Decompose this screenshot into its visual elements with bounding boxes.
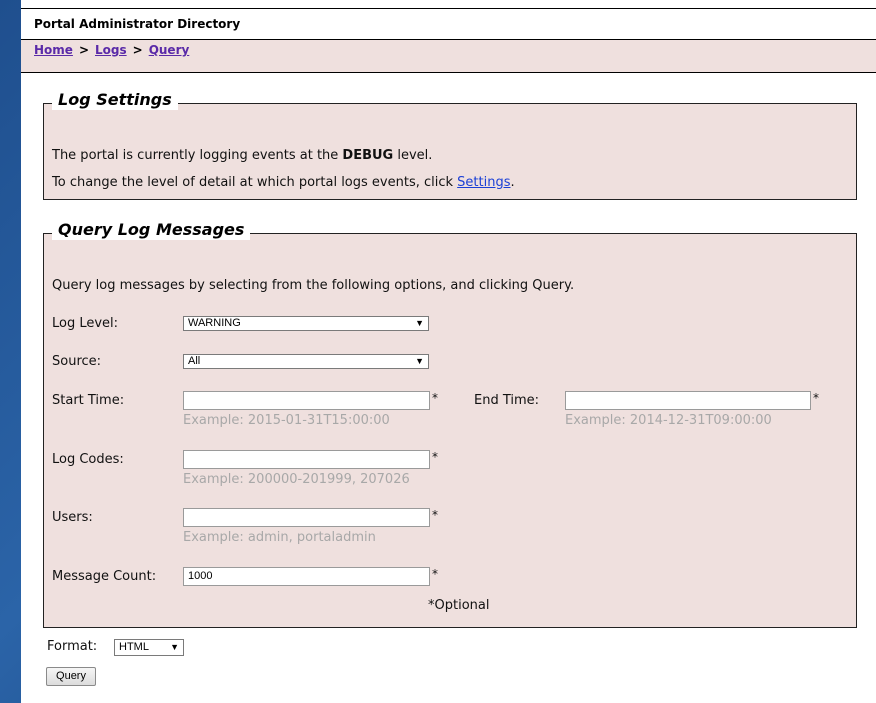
change-level-text: To change the level of detail at which p… [52,175,515,190]
breadcrumb-separator: > [78,43,89,57]
log-settings-section: Log Settings The portal is currently log… [43,90,857,200]
query-button[interactable]: Query [46,667,96,686]
optional-note: *Optional [428,598,490,613]
current-log-level: DEBUG [342,148,394,163]
log-codes-input[interactable] [183,450,430,469]
end-time-input[interactable] [565,391,811,410]
start-time-label: Start Time: [52,393,125,408]
breadcrumb-separator: > [132,43,143,57]
required-asterisk: * [432,508,438,522]
top-strip [21,0,876,8]
log-codes-example: Example: 200000-201999, 207026 [183,472,410,487]
log-level-status-text: The portal is currently logging events a… [52,148,433,163]
query-log-messages-legend: Query Log Messages [52,220,251,240]
message-count-input[interactable]: 1000 [183,567,430,586]
users-label: Users: [52,510,93,525]
breadcrumb-logs-link[interactable]: Logs [95,43,127,57]
breadcrumb-query-link[interactable]: Query [149,43,190,57]
query-log-messages-section: Query Log Messages Query log messages by… [43,220,857,628]
portal-page: Portal Administrator Directory Home > Logs… [21,0,876,703]
chevron-down-icon: ▼ [415,356,424,366]
end-time-example: Example: 2014-12-31T09:00:00 [565,413,772,428]
chevron-down-icon: ▼ [170,642,179,652]
required-asterisk: * [432,450,438,464]
settings-link[interactable]: Settings [457,175,510,190]
breadcrumb-home-link[interactable]: Home [34,43,73,57]
required-asterisk: * [432,391,438,405]
log-level-label: Log Level: [52,316,119,331]
page-title: Portal Administrator Directory [34,17,241,31]
message-count-label: Message Count: [52,569,157,584]
query-intro-text: Query log messages by selecting from the… [52,278,575,293]
chevron-down-icon: ▼ [415,318,424,328]
users-input[interactable] [183,508,430,527]
required-asterisk: * [813,391,819,405]
required-asterisk: * [432,567,438,581]
breadcrumb-trail: Home > Logs > Query [34,43,189,57]
format-select[interactable]: HTML ▼ [114,639,184,656]
source-select[interactable]: All ▼ [183,354,429,369]
log-codes-label: Log Codes: [52,452,124,467]
log-level-select[interactable]: WARNING ▼ [183,316,429,331]
log-settings-legend: Log Settings [52,90,178,110]
breadcrumb: Home > Logs > Query [21,40,876,73]
start-time-example: Example: 2015-01-31T15:00:00 [183,413,390,428]
users-example: Example: admin, portaladmin [183,530,376,545]
end-time-label: End Time: [474,393,540,408]
source-label: Source: [52,354,102,369]
format-label: Format: [47,639,98,654]
start-time-input[interactable] [183,391,430,410]
page-header: Portal Administrator Directory [21,8,876,40]
